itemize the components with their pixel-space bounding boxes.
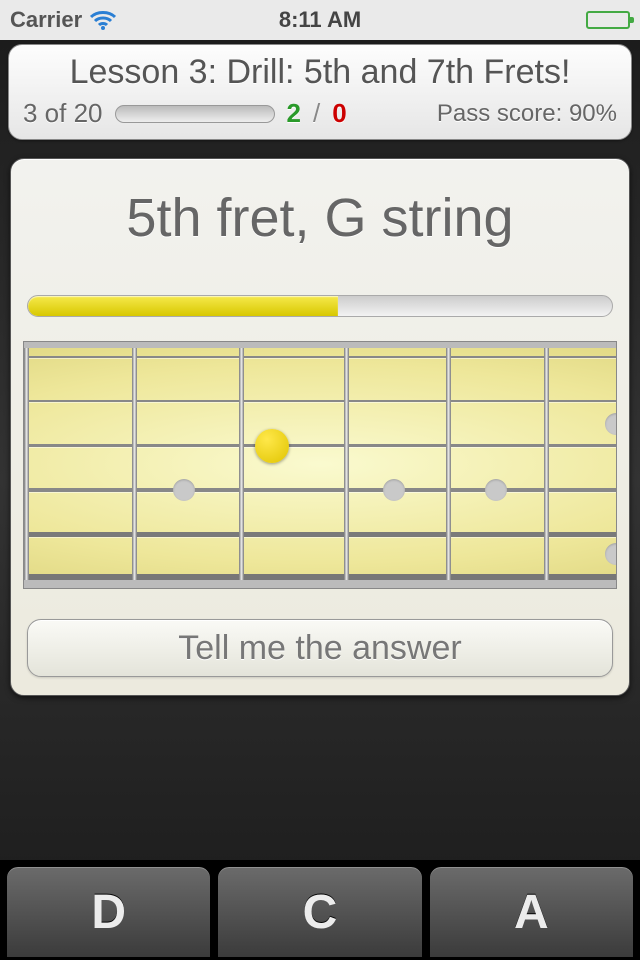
fret-line — [239, 348, 244, 580]
timer-fill — [28, 296, 338, 316]
note-indicator — [255, 429, 289, 463]
string-6 — [24, 574, 616, 580]
string-3 — [24, 444, 616, 447]
fret-line — [344, 348, 349, 580]
fret-inlay — [383, 479, 405, 501]
string-4 — [24, 488, 616, 492]
quiz-panel: 5th fret, G string — [10, 158, 630, 696]
fret-inlay — [173, 479, 195, 501]
answer-bar: D C A — [0, 860, 640, 960]
answer-button-0[interactable]: D — [6, 866, 211, 958]
lesson-header-card: Lesson 3: Drill: 5th and 7th Frets! 3 of… — [8, 44, 632, 140]
string-5 — [24, 532, 616, 537]
progress-count: 3 of 20 — [23, 98, 103, 129]
score-correct: 2 — [287, 98, 301, 129]
fret-line — [544, 348, 549, 580]
fret-inlay — [605, 413, 616, 435]
string-1 — [24, 356, 616, 358]
fret-inlay — [485, 479, 507, 501]
score-wrong: 0 — [332, 98, 346, 129]
fret-line — [24, 348, 29, 580]
clock-label: 8:11 AM — [0, 7, 640, 33]
fret-line — [446, 348, 451, 580]
lesson-title: Lesson 3: Drill: 5th and 7th Frets! — [23, 53, 617, 92]
string-2 — [24, 400, 616, 402]
question-prompt: 5th fret, G string — [23, 187, 617, 249]
score-slash: / — [313, 98, 320, 129]
pass-score-label: Pass score: 90% — [437, 100, 617, 128]
battery-icon — [586, 11, 630, 29]
answer-button-2[interactable]: A — [429, 866, 634, 958]
lesson-progress-bar — [115, 105, 275, 123]
answer-button-1[interactable]: C — [217, 866, 422, 958]
ios-status-bar: Carrier 8:11 AM — [0, 0, 640, 40]
fret-inlay — [605, 543, 616, 565]
fret-line — [132, 348, 137, 580]
timer-bar — [27, 295, 613, 317]
reveal-answer-button[interactable]: Tell me the answer — [27, 619, 613, 677]
fretboard — [23, 341, 617, 589]
